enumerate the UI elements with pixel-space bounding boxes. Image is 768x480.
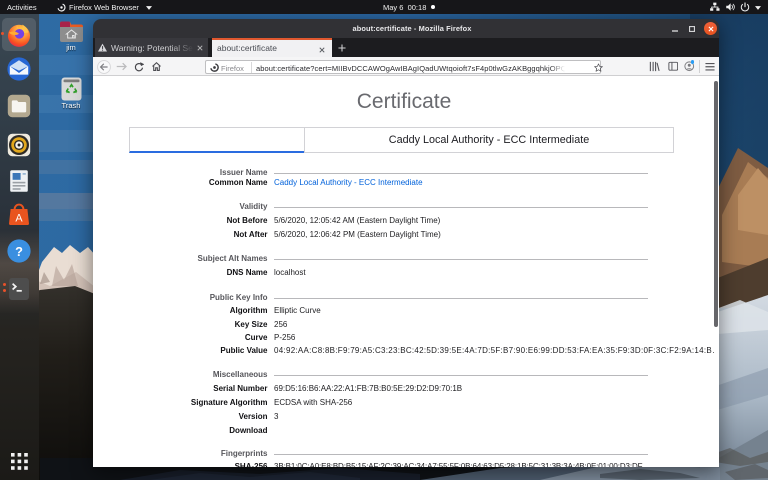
svg-text:A: A	[15, 212, 23, 224]
svg-text:?: ?	[15, 244, 23, 259]
